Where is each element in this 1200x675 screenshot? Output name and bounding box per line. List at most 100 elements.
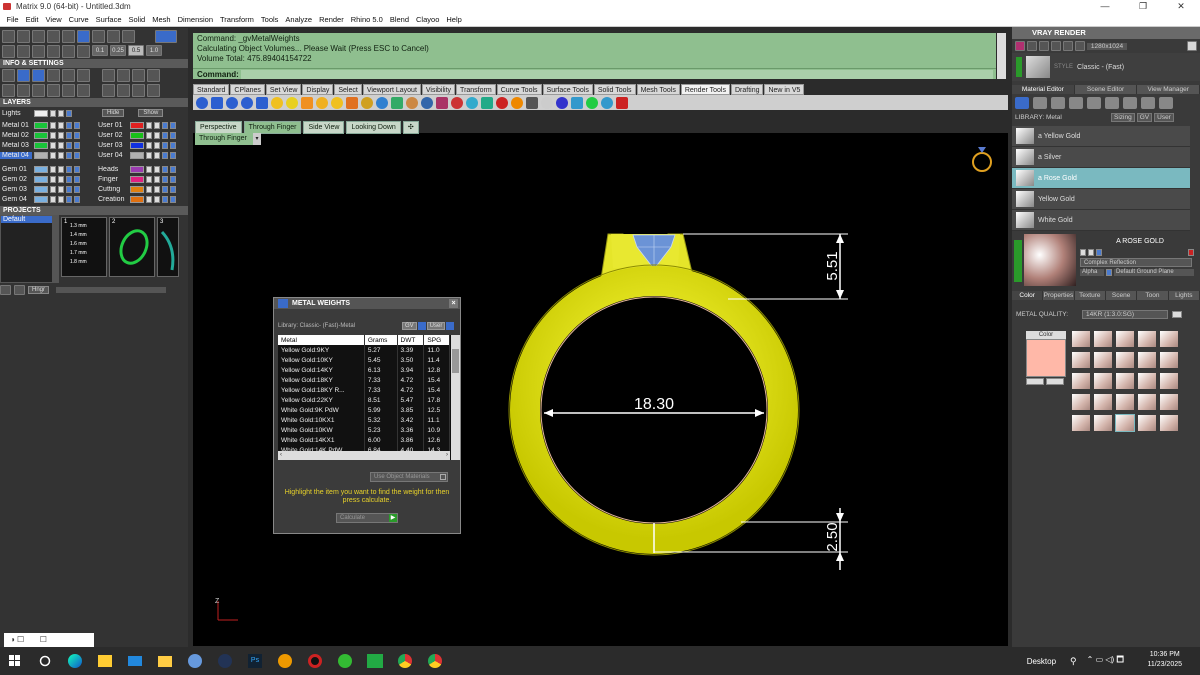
snap-tool-icon[interactable] — [77, 30, 90, 43]
render-toggle-icon[interactable] — [170, 151, 176, 159]
expand-icon[interactable] — [1186, 41, 1197, 51]
visible-icon[interactable] — [66, 131, 72, 139]
menu-file[interactable]: File — [3, 13, 22, 26]
size-icon[interactable] — [1074, 41, 1085, 51]
render-tool-icon[interactable] — [556, 96, 568, 109]
layer-arrow-icon[interactable] — [146, 131, 152, 139]
layer-arrow-icon[interactable] — [146, 121, 152, 129]
layer-color-swatch[interactable] — [34, 131, 48, 139]
table-row[interactable]: Yellow Gold:9KY 5.27 3.39 11.0 — [278, 345, 450, 355]
preview-arrow-icon[interactable] — [1014, 240, 1022, 282]
material-tool-icon[interactable] — [1141, 97, 1155, 109]
visible-icon[interactable] — [66, 151, 72, 159]
pen-icon[interactable] — [62, 69, 75, 82]
lock-icon[interactable] — [58, 151, 64, 159]
table-hscroll[interactable]: ‹ › — [278, 451, 450, 460]
camera-icon[interactable] — [1038, 41, 1049, 51]
save-icon[interactable] — [1096, 249, 1102, 256]
material-tool-icon[interactable] — [1015, 97, 1029, 109]
layer-color-swatch[interactable] — [34, 151, 48, 159]
move-tool-icon[interactable] — [47, 45, 60, 58]
app-icon[interactable] — [330, 654, 360, 668]
layer-row[interactable]: Finger — [96, 174, 188, 184]
layer-row[interactable]: Gem 01 — [0, 164, 92, 174]
material-list-item[interactable]: White Gold — [1012, 210, 1190, 231]
alpha-label[interactable]: Alpha — [1080, 269, 1104, 276]
render-tool-icon[interactable] — [481, 96, 493, 109]
visible-icon[interactable] — [162, 141, 168, 149]
view-tab[interactable]: Looking Down — [346, 121, 401, 134]
resolution-select[interactable]: 1280x1024 — [1086, 42, 1128, 50]
object-icon[interactable] — [17, 84, 30, 97]
tab-solid-tools[interactable]: Solid Tools — [593, 84, 636, 95]
menu-edit[interactable]: Edit — [22, 13, 42, 26]
layer-row[interactable]: Heads — [96, 164, 188, 174]
desktop-label[interactable]: Desktop — [1027, 657, 1056, 666]
tab-scene[interactable]: Scene — [1105, 291, 1138, 300]
render-toggle-icon[interactable] — [74, 121, 80, 129]
visible-icon[interactable] — [162, 151, 168, 159]
folder-icon[interactable] — [150, 655, 180, 667]
material-tool-icon[interactable] — [1123, 97, 1137, 109]
lock-icon[interactable] — [58, 165, 64, 173]
table-row[interactable]: White Gold:10KX1 5.32 3.42 11.1 — [278, 415, 450, 425]
render-tool-icon[interactable] — [226, 96, 238, 109]
layer-row[interactable]: Gem 02 — [0, 174, 92, 184]
layers-icon[interactable] — [17, 69, 30, 82]
visible-icon[interactable] — [66, 175, 72, 183]
render-toggle-icon[interactable] — [170, 165, 176, 173]
menu-dimension[interactable]: Dimension — [174, 13, 216, 26]
render-toggle-icon[interactable] — [170, 175, 176, 183]
photos-icon[interactable] — [90, 655, 120, 667]
gv-toggle-icon[interactable] — [417, 322, 426, 330]
minimize-button[interactable]: — — [1086, 0, 1124, 13]
step-button[interactable]: 0.5 — [128, 45, 144, 56]
tab-new-in-v5[interactable]: New in V5 — [764, 84, 805, 95]
render-tool-icon[interactable] — [571, 96, 583, 109]
layer-arrow-icon[interactable] — [50, 121, 56, 129]
lock-icon[interactable] — [154, 165, 160, 173]
brightness-icon[interactable] — [147, 84, 160, 97]
lock-icon[interactable] — [154, 175, 160, 183]
tab-drafting[interactable]: Drafting — [730, 84, 764, 95]
metal-swatch[interactable] — [1094, 352, 1112, 368]
metal-swatch[interactable] — [1138, 352, 1156, 368]
material-list-item[interactable]: a Yellow Gold — [1012, 126, 1190, 147]
visible-icon[interactable] — [66, 141, 72, 149]
tab-texture[interactable]: Texture — [1074, 291, 1106, 300]
user-toggle-icon[interactable] — [446, 322, 455, 330]
visible-icon[interactable] — [66, 165, 72, 173]
chrome-icon[interactable] — [390, 654, 420, 668]
layer-color-swatch[interactable] — [34, 165, 48, 173]
view-tab[interactable]: Side View — [303, 121, 345, 134]
render-tool-icon[interactable] — [331, 96, 343, 109]
render-tool-icon[interactable] — [511, 96, 523, 109]
clock-icon[interactable] — [147, 69, 160, 82]
layer-row[interactable]: Metal 04 — [0, 150, 92, 160]
column-header[interactable]: Grams — [364, 335, 398, 345]
render-tool-icon[interactable] — [346, 96, 358, 109]
visible-icon[interactable] — [162, 121, 168, 129]
lock-icon[interactable] — [58, 131, 64, 139]
material-list-item[interactable]: a Silver — [1012, 147, 1190, 168]
arrow-tool-icon[interactable] — [62, 30, 75, 43]
material-tool-icon[interactable] — [1159, 97, 1173, 109]
visible-icon[interactable] — [66, 185, 72, 193]
metal-swatch[interactable] — [1138, 373, 1156, 389]
menu-curve[interactable]: Curve — [65, 13, 92, 26]
render-tool-icon[interactable] — [541, 96, 553, 109]
visible-icon[interactable] — [66, 109, 72, 117]
table-row[interactable]: Yellow Gold:22KY 8.51 5.47 17.8 — [278, 395, 450, 405]
ground-plane-select[interactable]: Default Ground Plane — [1114, 269, 1194, 276]
render-tool-icon[interactable] — [211, 96, 223, 109]
render-toggle-icon[interactable] — [170, 121, 176, 129]
layer-color-swatch[interactable] — [130, 131, 144, 139]
layer-row[interactable]: User 04 — [96, 150, 188, 160]
table-row[interactable]: Yellow Gold:14KY 6.13 3.94 12.8 — [278, 365, 450, 375]
column-header[interactable]: SPG — [423, 335, 450, 345]
lock-icon[interactable] — [154, 195, 160, 203]
ring-gizmo-icon[interactable] — [972, 152, 992, 172]
point-tool-icon[interactable] — [47, 30, 60, 43]
render-tool-icon[interactable] — [256, 96, 268, 109]
command-input[interactable] — [241, 70, 993, 79]
